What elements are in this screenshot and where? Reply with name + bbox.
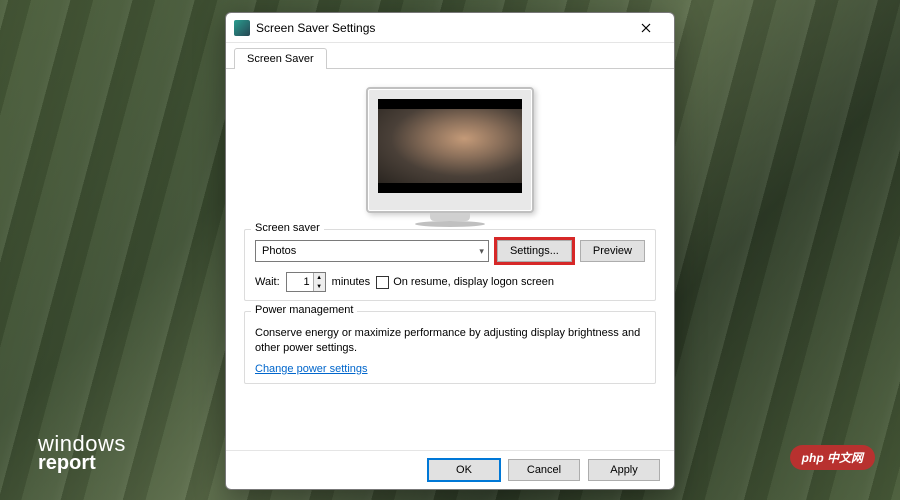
wait-input[interactable]: [287, 273, 313, 291]
spinner-up-icon[interactable]: ▲: [314, 273, 325, 282]
chevron-down-icon: ▾: [479, 246, 484, 257]
checkbox-box[interactable]: [376, 276, 389, 289]
watermark-line2: report: [38, 454, 126, 472]
watermark-windowsreport: windows report: [38, 434, 126, 472]
monitor-screen: [378, 99, 522, 193]
apply-button[interactable]: Apply: [588, 459, 660, 481]
tab-strip: Screen Saver: [226, 43, 674, 69]
resume-checkbox-label: On resume, display logon screen: [393, 276, 554, 288]
app-icon: [234, 20, 250, 36]
spinner-down-icon[interactable]: ▼: [314, 282, 325, 291]
screensaver-preview-image: [378, 109, 522, 183]
wait-label: Wait:: [255, 276, 280, 288]
monitor-frame: [366, 87, 534, 213]
monitor-base: [415, 221, 485, 227]
titlebar[interactable]: Screen Saver Settings: [226, 13, 674, 43]
preview-button[interactable]: Preview: [580, 240, 645, 262]
minutes-label: minutes: [332, 276, 371, 288]
monitor-stand: [430, 213, 470, 221]
screensaver-group: Screen saver Photos ▾ Settings... Previe…: [244, 229, 656, 301]
watermark-php: php 中文网: [790, 445, 875, 470]
settings-button[interactable]: Settings...: [497, 240, 572, 262]
settings-highlight: Settings...: [494, 237, 575, 265]
power-group: Power management Conserve energy or maxi…: [244, 311, 656, 384]
screen-saver-settings-dialog: Screen Saver Settings Screen Saver Scree…: [225, 12, 675, 490]
ok-button[interactable]: OK: [428, 459, 500, 481]
close-button[interactable]: [626, 16, 666, 40]
power-description: Conserve energy or maximize performance …: [255, 326, 645, 357]
change-power-settings-link[interactable]: Change power settings: [255, 363, 645, 375]
screensaver-group-title: Screen saver: [251, 222, 324, 234]
monitor-preview: [244, 87, 656, 213]
dialog-footer: OK Cancel Apply: [226, 450, 674, 489]
screensaver-dropdown[interactable]: Photos ▾: [255, 240, 489, 262]
wait-spinner[interactable]: ▲ ▼: [286, 272, 326, 292]
power-group-title: Power management: [251, 304, 357, 316]
tab-screen-saver[interactable]: Screen Saver: [234, 48, 327, 69]
spinner-buttons[interactable]: ▲ ▼: [313, 273, 325, 291]
dropdown-value: Photos: [262, 245, 296, 257]
cancel-button[interactable]: Cancel: [508, 459, 580, 481]
close-icon: [641, 23, 651, 33]
window-title: Screen Saver Settings: [256, 21, 626, 35]
tab-content: Screen saver Photos ▾ Settings... Previe…: [226, 69, 674, 450]
resume-checkbox[interactable]: On resume, display logon screen: [376, 276, 554, 289]
